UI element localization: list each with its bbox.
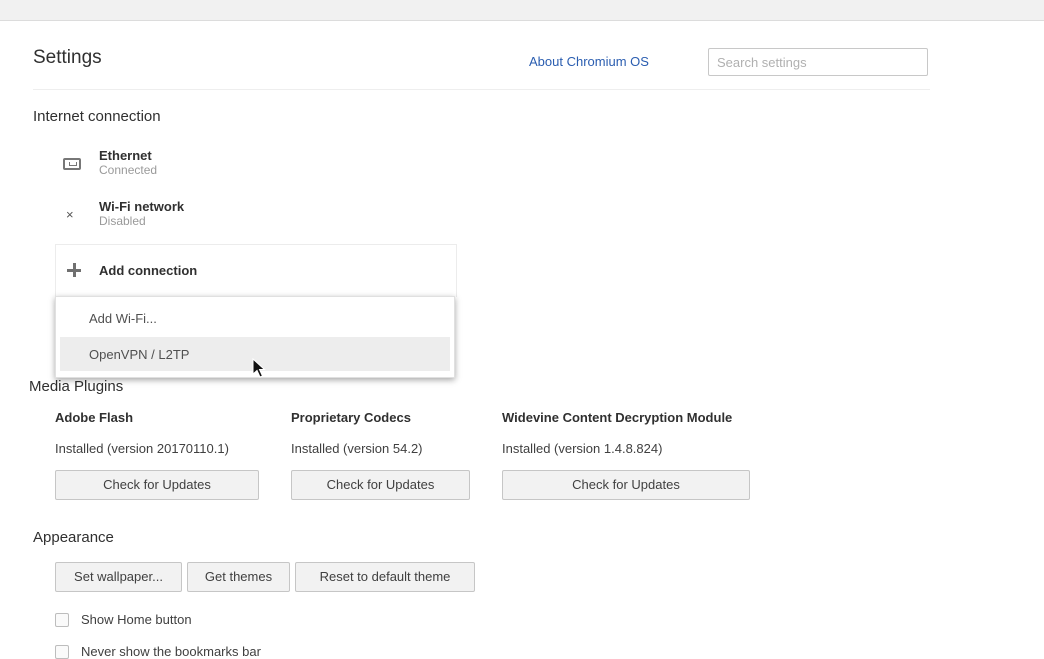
media-plugins-heading: Media Plugins xyxy=(29,378,124,395)
wifi-disabled-icon: × xyxy=(66,207,74,222)
check-updates-button-flash[interactable]: Check for Updates xyxy=(55,470,259,500)
page-title: Settings xyxy=(33,47,102,68)
checkbox-label: Never show the bookmarks bar xyxy=(81,644,261,659)
checkbox-label: Show Home button xyxy=(81,612,192,627)
plugin-name: Widevine Content Decryption Module xyxy=(502,410,733,425)
appearance-heading: Appearance xyxy=(33,529,114,546)
plugin-name: Proprietary Codecs xyxy=(291,410,411,425)
menu-item-label: OpenVPN / L2TP xyxy=(89,347,190,362)
check-updates-button-widevine[interactable]: Check for Updates xyxy=(502,470,750,500)
header-divider xyxy=(33,89,930,90)
get-themes-button[interactable]: Get themes xyxy=(187,562,290,592)
plugin-version: Installed (version 54.2) xyxy=(291,441,423,456)
add-connection-label: Add connection xyxy=(99,263,198,278)
plus-icon xyxy=(67,263,81,277)
show-home-button-checkbox[interactable] xyxy=(55,613,69,627)
network-status: Disabled xyxy=(99,214,146,228)
reset-default-theme-button[interactable]: Reset to default theme xyxy=(295,562,475,592)
plugin-name: Adobe Flash xyxy=(55,410,134,425)
check-updates-button-codecs[interactable]: Check for Updates xyxy=(291,470,470,500)
ethernet-icon xyxy=(58,152,82,176)
add-connection-button[interactable]: Add connection xyxy=(55,244,457,297)
network-status: Connected xyxy=(99,163,158,177)
network-name: Ethernet xyxy=(99,148,152,163)
plugin-version: Installed (version 20170110.1) xyxy=(55,441,229,456)
search-input[interactable] xyxy=(708,48,928,76)
internet-connection-heading: Internet connection xyxy=(33,108,161,125)
menu-item-add-wifi[interactable]: Add Wi-Fi... xyxy=(60,301,450,335)
mouse-pointer-icon xyxy=(252,358,266,378)
network-name: Wi-Fi network xyxy=(99,199,185,214)
plugin-version: Installed (version 1.4.8.824) xyxy=(502,441,663,456)
set-wallpaper-button[interactable]: Set wallpaper... xyxy=(55,562,182,592)
bookmarks-bar-checkbox[interactable] xyxy=(55,645,69,659)
window-top-bar xyxy=(0,0,1044,21)
menu-item-label: Add Wi-Fi... xyxy=(89,311,157,326)
about-chromium-os-link[interactable]: About Chromium OS xyxy=(529,54,649,69)
